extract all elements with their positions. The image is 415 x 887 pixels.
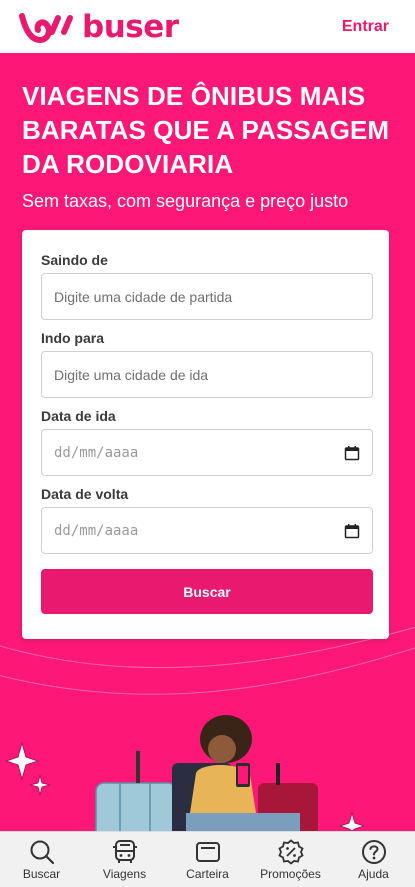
brand-name: buser [82, 8, 179, 45]
depart-date-input[interactable]: dd/mm/aaaa [41, 429, 373, 476]
search-button[interactable]: Buscar [41, 569, 373, 614]
nav-label-viagens: Viagens [102, 866, 147, 881]
calendar-icon[interactable] [344, 523, 360, 539]
nav-item-buscar[interactable]: Buscar [2, 839, 82, 881]
nav-label-ajuda: Ajuda [358, 866, 389, 881]
from-input[interactable]: Digite uma cidade de partida [41, 273, 373, 320]
traveler-illustration [4, 715, 366, 831]
nav-label-buscar: Buscar [22, 866, 61, 881]
login-link[interactable]: Entrar [342, 18, 389, 36]
to-placeholder: Digite uma cidade de ida [54, 366, 209, 383]
wallet-icon [195, 841, 220, 862]
nav-item-ajuda[interactable]: Ajuda [334, 839, 414, 881]
search-form-card: Saindo de Digite uma cidade de partida I… [22, 230, 389, 639]
from-placeholder: Digite uma cidade de partida [54, 288, 233, 305]
nav-label-promocoes: Promoções [260, 866, 321, 881]
hero-subtitle: Sem taxas, com segurança e preço justo [22, 191, 349, 211]
bottom-nav: Buscar Viagens Carteira Promoções Ajuda [0, 831, 415, 887]
nav-label-carteira: Carteira [186, 866, 229, 881]
nav-item-carteira[interactable]: Carteira [168, 839, 248, 881]
search-icon [30, 840, 54, 864]
top-header: buser Entrar [0, 0, 415, 53]
bus-icon [112, 839, 137, 863]
return-date-label: Data de volta [41, 486, 129, 502]
nav-item-viagens[interactable]: Viagens [85, 839, 165, 881]
help-icon [361, 839, 386, 864]
discount-icon [277, 838, 304, 865]
hero-section: VIAGENS DE ÔNIBUS MAIS BARATAS QUE A PAS… [0, 53, 415, 831]
buser-logo[interactable]: buser [18, 9, 179, 45]
return-date-input[interactable]: dd/mm/aaaa [41, 507, 373, 554]
nav-item-promocoes[interactable]: Promoções [251, 838, 331, 881]
return-date-placeholder: dd/mm/aaaa [54, 522, 139, 539]
calendar-icon[interactable] [344, 445, 360, 461]
depart-date-label: Data de ida [41, 408, 116, 424]
to-input[interactable]: Digite uma cidade de ida [41, 351, 373, 398]
to-label: Indo para [41, 330, 105, 346]
depart-date-placeholder: dd/mm/aaaa [54, 444, 139, 461]
from-label: Saindo de [41, 252, 108, 268]
buser-logo-icon [19, 12, 73, 43]
hero-title: VIAGENS DE ÔNIBUS MAIS BARATAS QUE A PAS… [22, 81, 390, 179]
